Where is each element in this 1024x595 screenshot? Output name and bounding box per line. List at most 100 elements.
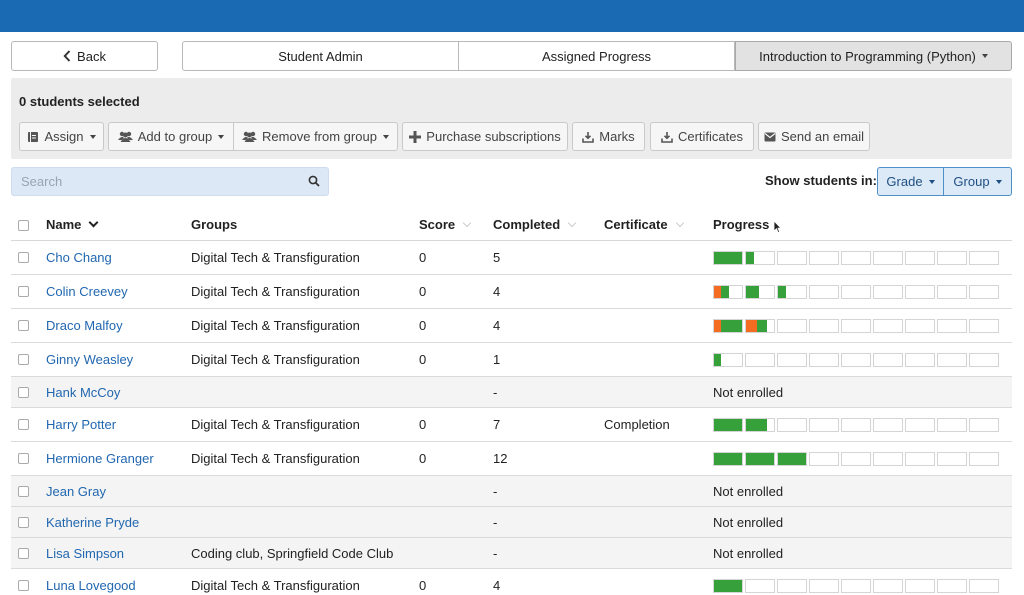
student-name-link[interactable]: Hank McCoy	[46, 385, 120, 400]
student-name-link[interactable]: Ginny Weasley	[46, 352, 133, 367]
student-name-link[interactable]: Lisa Simpson	[46, 546, 124, 561]
progress-bar	[713, 579, 1001, 593]
grade-filter-dropdown[interactable]: Grade	[877, 167, 944, 196]
column-completed-label: Completed	[493, 217, 561, 232]
column-score-label: Score	[419, 217, 456, 232]
progress-segment	[969, 452, 999, 466]
download-icon	[582, 131, 595, 143]
progress-segment	[905, 418, 935, 432]
progress-segment	[841, 353, 871, 367]
row-checkbox[interactable]	[18, 320, 29, 331]
row-checkbox[interactable]	[18, 580, 29, 591]
row-checkbox[interactable]	[18, 453, 29, 464]
progress-segment	[713, 251, 743, 265]
progress-segment	[809, 251, 839, 265]
row-checkbox[interactable]	[18, 419, 29, 430]
progress-segment	[713, 319, 743, 333]
progress-segment	[777, 579, 807, 593]
progress-segment	[937, 579, 967, 593]
purchase-subscriptions-button[interactable]: Purchase subscriptions	[402, 122, 568, 151]
student-completed: 4	[493, 318, 501, 333]
student-score: 0	[419, 250, 427, 265]
progress-bar	[713, 418, 1001, 432]
caret-down-icon	[218, 134, 225, 139]
download-icon	[661, 131, 673, 143]
progress-segment	[905, 251, 935, 265]
student-name-link[interactable]: Harry Potter	[46, 417, 116, 432]
progress-segment	[841, 579, 871, 593]
progress-segment	[905, 353, 935, 367]
student-name-link[interactable]: Luna Lovegood	[46, 578, 136, 593]
student-completed: 7	[493, 417, 501, 432]
progress-complete-fill	[746, 453, 774, 465]
row-checkbox[interactable]	[18, 548, 29, 559]
back-button[interactable]: Back	[11, 41, 158, 71]
progress-segment	[969, 418, 999, 432]
row-checkbox[interactable]	[18, 517, 29, 528]
row-checkbox[interactable]	[18, 252, 29, 263]
row-checkbox[interactable]	[18, 486, 29, 497]
student-score: 0	[419, 578, 427, 593]
progress-bar	[713, 285, 1001, 299]
progress-segment	[905, 579, 935, 593]
mouse-pointer-icon	[773, 220, 782, 237]
marks-button[interactable]: Marks	[572, 122, 645, 151]
course-select-dropdown[interactable]: Introduction to Programming (Python)	[735, 41, 1012, 71]
progress-bar	[713, 251, 1001, 265]
progress-warning-fill	[714, 286, 721, 298]
progress-segment	[873, 319, 903, 333]
enrollment-status: Not enrolled	[713, 515, 784, 530]
student-name-link[interactable]: Cho Chang	[46, 250, 112, 265]
enrollment-status: Not enrolled	[713, 484, 784, 499]
progress-segment	[873, 353, 903, 367]
progress-segment	[873, 285, 903, 299]
envelope-icon	[764, 132, 776, 142]
table-row: Cho Chang Digital Tech & Transfiguration 0…	[11, 241, 1012, 275]
student-certificate: Completion	[604, 417, 670, 432]
tab-assigned-progress[interactable]: Assigned Progress	[459, 41, 735, 71]
caret-down-icon	[981, 54, 988, 58]
student-name-link[interactable]: Jean Gray	[46, 484, 106, 499]
column-header-name[interactable]: Name	[46, 217, 99, 232]
student-groups: Digital Tech & Transfiguration	[191, 578, 360, 593]
student-completed: 4	[493, 578, 501, 593]
add-to-group-button[interactable]: Add to group	[108, 122, 234, 151]
row-checkbox[interactable]	[18, 387, 29, 398]
search-input[interactable]	[12, 168, 302, 195]
student-name-link[interactable]: Katherine Pryde	[46, 515, 139, 530]
search-box	[11, 167, 329, 196]
certificates-button[interactable]: Certificates	[650, 122, 754, 151]
student-name-link[interactable]: Hermione Granger	[46, 451, 154, 466]
column-header-completed[interactable]: Completed	[493, 217, 577, 232]
progress-segment	[969, 251, 999, 265]
column-header-certificate[interactable]: Certificate	[604, 217, 684, 232]
row-checkbox[interactable]	[18, 286, 29, 297]
student-name-link[interactable]: Draco Malfoy	[46, 318, 123, 333]
student-completed: -	[493, 515, 498, 530]
progress-segment	[713, 418, 743, 432]
column-groups-label: Groups	[191, 217, 238, 232]
select-all-checkbox[interactable]	[18, 220, 29, 231]
assign-button[interactable]: Assign	[19, 122, 104, 151]
users-icon	[242, 131, 258, 142]
table-row: Ginny Weasley Digital Tech & Transfigurat…	[11, 343, 1012, 377]
student-name-link[interactable]: Colin Creevey	[46, 284, 128, 299]
tab-student-admin[interactable]: Student Admin	[182, 41, 459, 71]
table-row: Hermione Granger Digital Tech & Transfigu…	[11, 442, 1012, 476]
progress-segment	[777, 319, 807, 333]
column-header-score[interactable]: Score	[419, 217, 472, 232]
row-checkbox[interactable]	[18, 354, 29, 365]
progress-complete-fill	[778, 453, 806, 465]
remove-from-group-label: Remove from group	[262, 129, 377, 144]
remove-from-group-button[interactable]: Remove from group	[233, 122, 398, 151]
add-to-group-label: Add to group	[137, 129, 213, 144]
student-completed: -	[493, 546, 498, 561]
send-email-button[interactable]: Send an email	[758, 122, 870, 151]
sort-descending-icon	[88, 217, 99, 228]
group-filter-dropdown[interactable]: Group	[943, 167, 1012, 196]
progress-segment	[841, 319, 871, 333]
column-header-progress: Progress	[713, 217, 769, 232]
search-icon[interactable]	[308, 175, 320, 190]
marks-label: Marks	[599, 129, 635, 144]
group-filter-label: Group	[953, 174, 990, 189]
